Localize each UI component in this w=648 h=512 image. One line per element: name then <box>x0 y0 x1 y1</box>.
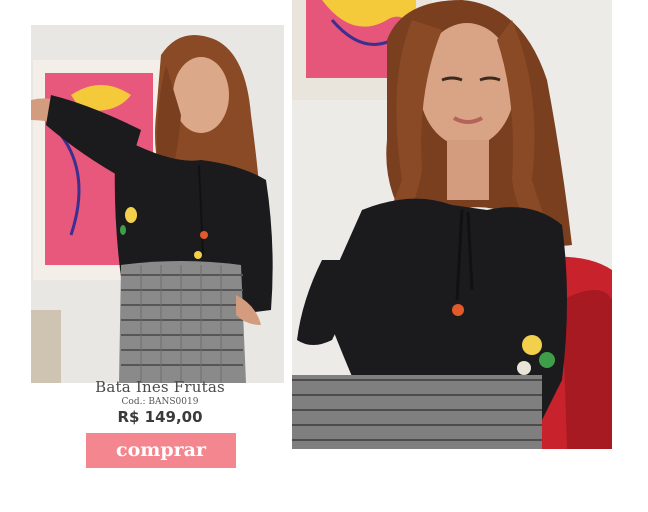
model-photo-closeup <box>292 0 612 449</box>
product-name[interactable]: Bata Ines Frutas <box>16 378 304 396</box>
product-info: Bata Ines Frutas Cod.: BANS0019 R$ 149,0… <box>16 378 304 426</box>
product-code: Cod.: BANS0019 <box>121 397 199 407</box>
product-card[interactable]: Bata Ines Frutas Cod.: BANS0019 R$ 149,0… <box>16 18 292 496</box>
buy-button[interactable]: comprar <box>86 433 236 468</box>
product-price: R$ 149,00 <box>117 408 203 426</box>
product-photo[interactable] <box>31 25 284 383</box>
